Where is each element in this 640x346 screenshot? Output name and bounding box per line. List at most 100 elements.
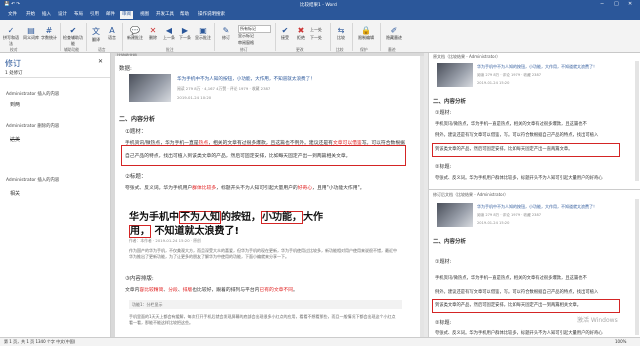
reject-button[interactable]: ✖ 拒绝 — [294, 26, 308, 41]
show-markup-button[interactable]: 显示标记 — [238, 33, 254, 39]
revised-card-title: 华为手机中不为人知的按钮，小功能，大作用，不知道就太浪费了！ — [477, 204, 597, 209]
reviewing-pane-button[interactable]: 审阅窗格 — [238, 40, 254, 46]
spelling-button[interactable]: ✓ 拼写和语法 — [2, 26, 20, 47]
window-title: 比较结果1 - Word — [300, 3, 337, 8]
original-paragraph-line: 手机资讯/微热点，华为手机一直是热点，相关的文章有过很多爆款，且这篇也不 — [435, 122, 587, 127]
revised-doc-label: 修订后文档（比较结果 - Administrator） — [433, 192, 509, 197]
tab-help[interactable]: 帮助 — [178, 11, 191, 19]
topic-label: ①题材： — [125, 129, 147, 135]
revision-author[interactable]: Administrator 插入的内容 — [6, 177, 59, 183]
paragraph-2: 夸张式、反义词。华为手机用户群体比较多，标题开头不为人知可引起大量用户的好奇心，… — [125, 186, 365, 191]
tip-box: 功能1：分栏显示 — [129, 300, 402, 309]
title-bar: 💾 ↶ ↷ 比较结果1 - Word − □ ✕ — [0, 0, 640, 10]
tab-file[interactable]: 文件 — [6, 11, 19, 19]
tab-references[interactable]: 引用 — [88, 11, 101, 19]
original-thumbnail — [437, 63, 473, 87]
maximize-icon[interactable]: □ — [614, 1, 619, 7]
original-card-title: 华为手机中不为人知的按钮，小功能，大作用，不知道就太浪费了！ — [477, 64, 597, 69]
delete-comment-button[interactable]: ✕ 删除 — [146, 26, 160, 41]
article-headline: 华为手机中不为人知的按钮，小功能，大作 — [129, 211, 323, 224]
tab-developer[interactable]: 开发工具 — [154, 11, 176, 19]
revision-text: 达美 — [10, 137, 21, 143]
tab-design[interactable]: 设计 — [56, 11, 69, 19]
revised-card-date: 2019-01-24 15:20 — [477, 221, 510, 225]
article-tail: 手机里面的1天天上都会有缓解，每次打开手机后就会发现屏幕的底部会出现很多小红点的… — [129, 314, 396, 325]
revised-section: 二、内容分析 — [433, 239, 467, 245]
hide-ink-button[interactable]: ✐ 隐藏墨迹 — [384, 26, 404, 41]
reviewing-pane-title: 修订 — [5, 59, 21, 68]
original-scrollbar[interactable] — [635, 61, 639, 181]
document-page[interactable]: 数据: 华为手机中不为人知的按钮，小功能，大作用，不知道就太浪费了！ 阅读 27… — [115, 56, 420, 337]
accept-button[interactable]: ✔ 接受 — [278, 26, 292, 41]
original-title-label: ②标题: — [435, 164, 452, 170]
restrict-editing-button[interactable]: 🔒 限制编辑 — [356, 26, 376, 41]
original-card-meta: 阅读 279 8万 · 评论 1979 · 收藏 2387 — [477, 73, 542, 77]
translate-button[interactable]: 文翻译 — [88, 26, 104, 43]
source-documents-pane: 原文档（比较结果 - Administrator） 华为手机中不为人知的按钮，小… — [428, 53, 640, 337]
main-scrollbar[interactable] — [420, 56, 424, 337]
revised-paragraph-line: 到该类文章的产品，然后可固定安排，比如每天固定产出一到两篇相关文章。 — [435, 303, 582, 308]
next-comment-button[interactable]: ▶ 下一条 — [178, 26, 192, 41]
original-paragraph-line: 例外。建议还是有写文章可以借鉴，写。可以符合数根据自己产品的特点，找出可植入 — [435, 133, 599, 138]
revision-text: 到两 — [10, 102, 21, 108]
card-date: 2019-01-24 10:20 — [177, 95, 212, 100]
article-body: 作为国产的华为手机，不仅美观大方，而且深受大众的喜爱，但华为手机的现在更新，华为… — [129, 248, 397, 259]
accessibility-button[interactable]: ✔ 检查辅助功能 — [62, 26, 84, 47]
original-paragraph-line: 夸张式、反义词。华为手机用户群体比较多，标题开头不为人知可引起大量用户的好奇心 — [435, 176, 603, 181]
next-change-button[interactable]: 下一处 — [310, 35, 322, 41]
original-paragraph-line: 到该类文章的产品，然后可固定安排，比如每天固定产出一直两篇文章。 — [435, 147, 573, 152]
article-thumbnail — [129, 74, 171, 102]
tab-review[interactable]: 审阅 — [120, 11, 133, 19]
activation-watermark: 激活 Windows — [577, 317, 618, 324]
original-section: 二、内容分析 — [433, 99, 467, 105]
card-meta: 阅读 279 8万 · 4,167 4万赞 · 评论 1979 · 收藏 238… — [177, 86, 271, 91]
revision-text: 相关 — [10, 191, 21, 197]
close-icon[interactable]: ✕ — [628, 1, 632, 7]
track-changes-button[interactable]: ✎ 修订 — [218, 26, 234, 41]
tab-view[interactable]: 视图 — [138, 11, 151, 19]
new-comment-button[interactable]: 💬 新建批注 — [126, 26, 144, 41]
revised-paragraph-line: 例外。建议还是有写文章可以借鉴，写。可以符合数根据自己产品的特点，找出可植入 — [435, 290, 599, 295]
revised-topic-label: ①题材: — [435, 259, 452, 265]
revised-paragraph-line: 手机资讯/微热点，华为手机一直是热点，相关的文章有过很多爆款，且这篇也不 — [435, 276, 587, 281]
revised-thumbnail — [437, 203, 473, 227]
reviewing-pane: 修订 ✕ 1 处修订 Administrator 插入的内容 到两 Admini… — [0, 53, 111, 337]
word-count-button[interactable]: # 字数统计 — [40, 26, 58, 41]
revised-title-label: ②标题: — [435, 320, 452, 326]
tell-me-search[interactable]: 操作说明搜索 — [196, 11, 227, 19]
zoom-level[interactable]: 100% — [615, 339, 626, 344]
markup-dropdown[interactable]: 所有标记 — [238, 25, 271, 33]
data-label: 数据: — [119, 66, 132, 72]
original-topic-label: ①题材: — [435, 110, 452, 116]
language-button[interactable]: A 语言 — [104, 26, 120, 41]
title-label: ②标题： — [125, 174, 147, 180]
article-headline-line2: 用， 不知道就太浪费了! — [129, 225, 240, 238]
article-meta: 作者：本作者 · 2019-01-24 15:20 · 原创 — [129, 238, 201, 243]
close-pane-icon[interactable]: ✕ — [98, 58, 103, 65]
show-comments-button[interactable]: ▣ 显示批注 — [194, 26, 212, 41]
revision-author[interactable]: Administrator 删除的内容 — [6, 123, 59, 129]
tab-mailings[interactable]: 邮件 — [104, 11, 117, 19]
previous-comment-button[interactable]: ◀ 上一条 — [162, 26, 176, 41]
revised-card-meta: 阅读 279 8万 · 评论 1979 · 收藏 2387 — [477, 213, 542, 217]
section-heading: 二、内容分析 — [119, 116, 156, 123]
previous-change-button[interactable]: 上一处 — [310, 27, 322, 33]
revision-count: 1 处修订 — [5, 71, 23, 76]
quick-access-toolbar[interactable]: 💾 ↶ ↷ — [4, 2, 20, 7]
tab-insert[interactable]: 插入 — [40, 11, 53, 19]
revised-paragraph-line: 夸张式、反义词。华为手机用户群体比较多，标题开头不为人知可引起大量用户的好奇心 — [435, 331, 603, 336]
tab-layout[interactable]: 布局 — [72, 11, 85, 19]
compared-document-area: 比较的文档 数据: 华为手机中不为人知的按钮，小功能，大作用，不知道就太浪费了！… — [111, 53, 424, 337]
original-card-date: 2019-01-24 15:20 — [477, 81, 510, 85]
revision-author[interactable]: Administrator 插入的内容 — [6, 91, 59, 97]
ribbon-tabs: 文件 开始 插入 设计 布局 引用 邮件 审阅 视图 开发工具 帮助 操作说明搜… — [0, 10, 640, 20]
compare-button[interactable]: ⇆ 比较 — [334, 26, 348, 41]
card-title[interactable]: 华为手机中不为人知的按钮，小功能，大作用，不知道就太浪费了！ — [177, 76, 315, 82]
status-info: 第 1 页，共 1 页 1340 个字 中文(中国) — [4, 339, 76, 344]
minimize-icon[interactable]: − — [600, 1, 604, 7]
layout-label: ③内容排版: — [125, 276, 154, 282]
tab-home[interactable]: 开始 — [24, 11, 37, 19]
thesaurus-button[interactable]: ▤ 同义词库 — [22, 26, 40, 41]
revised-scrollbar[interactable] — [635, 199, 639, 335]
paragraph-3: 文章内容比较精简、分段、排版也比较好，跟着的排列与平台内已有的文章不同。 — [125, 288, 298, 293]
